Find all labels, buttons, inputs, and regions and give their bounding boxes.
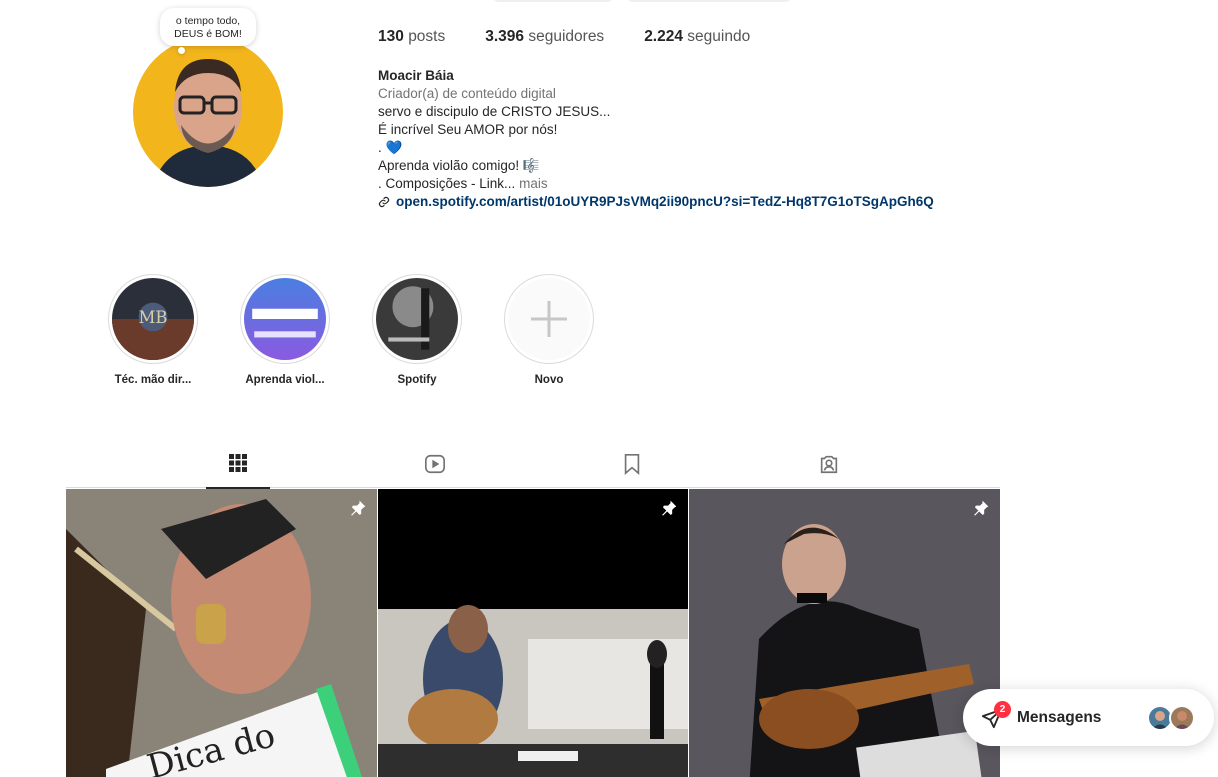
pin-icon bbox=[351, 500, 366, 516]
highlight-label: Novo bbox=[534, 374, 564, 386]
highlight-tec-mao[interactable]: MB Téc. mão dir... bbox=[103, 274, 203, 386]
highlight-label: Spotify bbox=[397, 374, 437, 386]
highlight-aprenda[interactable]: Aprenda viol... bbox=[235, 274, 335, 386]
note-bubble-tail bbox=[178, 47, 185, 54]
link-icon bbox=[378, 196, 390, 208]
tagged-icon bbox=[820, 455, 838, 474]
pin-icon bbox=[662, 500, 677, 516]
highlight-spotify[interactable]: Spotify bbox=[367, 274, 467, 386]
bookmark-icon bbox=[624, 454, 640, 475]
bio-line: Aprenda violão comigo! 🎼 bbox=[378, 158, 540, 173]
followers-count[interactable]: 3.396 seguidores bbox=[485, 28, 604, 46]
highlight-label: Aprenda viol... bbox=[245, 374, 325, 386]
profile-avatar[interactable] bbox=[133, 37, 283, 187]
messages-label: Mensagens bbox=[1017, 708, 1102, 726]
highlight-new[interactable]: Novo bbox=[499, 274, 599, 386]
highlight-cover bbox=[244, 278, 326, 360]
posts-count: 130 posts bbox=[378, 28, 446, 45]
tab-saved[interactable] bbox=[600, 452, 664, 488]
highlight-cover bbox=[376, 278, 458, 360]
tab-tagged[interactable] bbox=[797, 452, 861, 488]
plus-icon bbox=[508, 278, 590, 360]
bio-line: É incrível Seu AMOR por nós! bbox=[378, 122, 558, 137]
post-image bbox=[378, 489, 688, 777]
svg-text:MB: MB bbox=[139, 308, 168, 327]
pin-icon bbox=[974, 500, 989, 516]
post-image bbox=[689, 489, 1000, 777]
view-archive-button-stub[interactable] bbox=[626, 0, 792, 2]
tab-posts[interactable] bbox=[206, 452, 270, 489]
profile-bio: Moacir Báia Criador(a) de conteúdo digit… bbox=[378, 67, 934, 211]
bio-line: servo e discipulo de CRISTO JESUS... bbox=[378, 104, 611, 119]
profile-link[interactable]: open.spotify.com/artist/01oUYR9PJsVMq2ii… bbox=[378, 193, 934, 211]
conversation-avatar bbox=[1169, 705, 1195, 731]
more-button[interactable]: mais bbox=[519, 176, 548, 191]
grid-icon bbox=[229, 454, 247, 472]
edit-profile-button-stub[interactable] bbox=[492, 0, 614, 2]
highlight-cover: MB bbox=[112, 278, 194, 360]
profile-category: Criador(a) de conteúdo digital bbox=[378, 86, 556, 101]
tab-reels[interactable] bbox=[403, 452, 467, 488]
unread-badge: 2 bbox=[994, 701, 1011, 718]
bio-line-last: . Composições - Link... mais bbox=[378, 176, 548, 191]
reels-icon bbox=[425, 454, 445, 474]
post-image: Dica do bbox=[66, 489, 377, 777]
bio-line: . 💙 bbox=[378, 140, 403, 155]
post-tile[interactable] bbox=[378, 489, 688, 777]
messages-button[interactable]: 2 Mensagens bbox=[963, 689, 1214, 746]
highlight-label: Téc. mão dir... bbox=[114, 374, 192, 386]
following-count[interactable]: 2.224 seguindo bbox=[644, 28, 750, 46]
post-tile[interactable] bbox=[689, 489, 1000, 777]
post-tile[interactable]: Dica do bbox=[66, 489, 377, 777]
profile-note[interactable]: o tempo todo, DEUS é BOM! bbox=[160, 8, 256, 46]
profile-stats: 130 posts 3.396 seguidores 2.224 seguind… bbox=[378, 28, 790, 46]
profile-name: Moacir Báia bbox=[378, 68, 454, 83]
